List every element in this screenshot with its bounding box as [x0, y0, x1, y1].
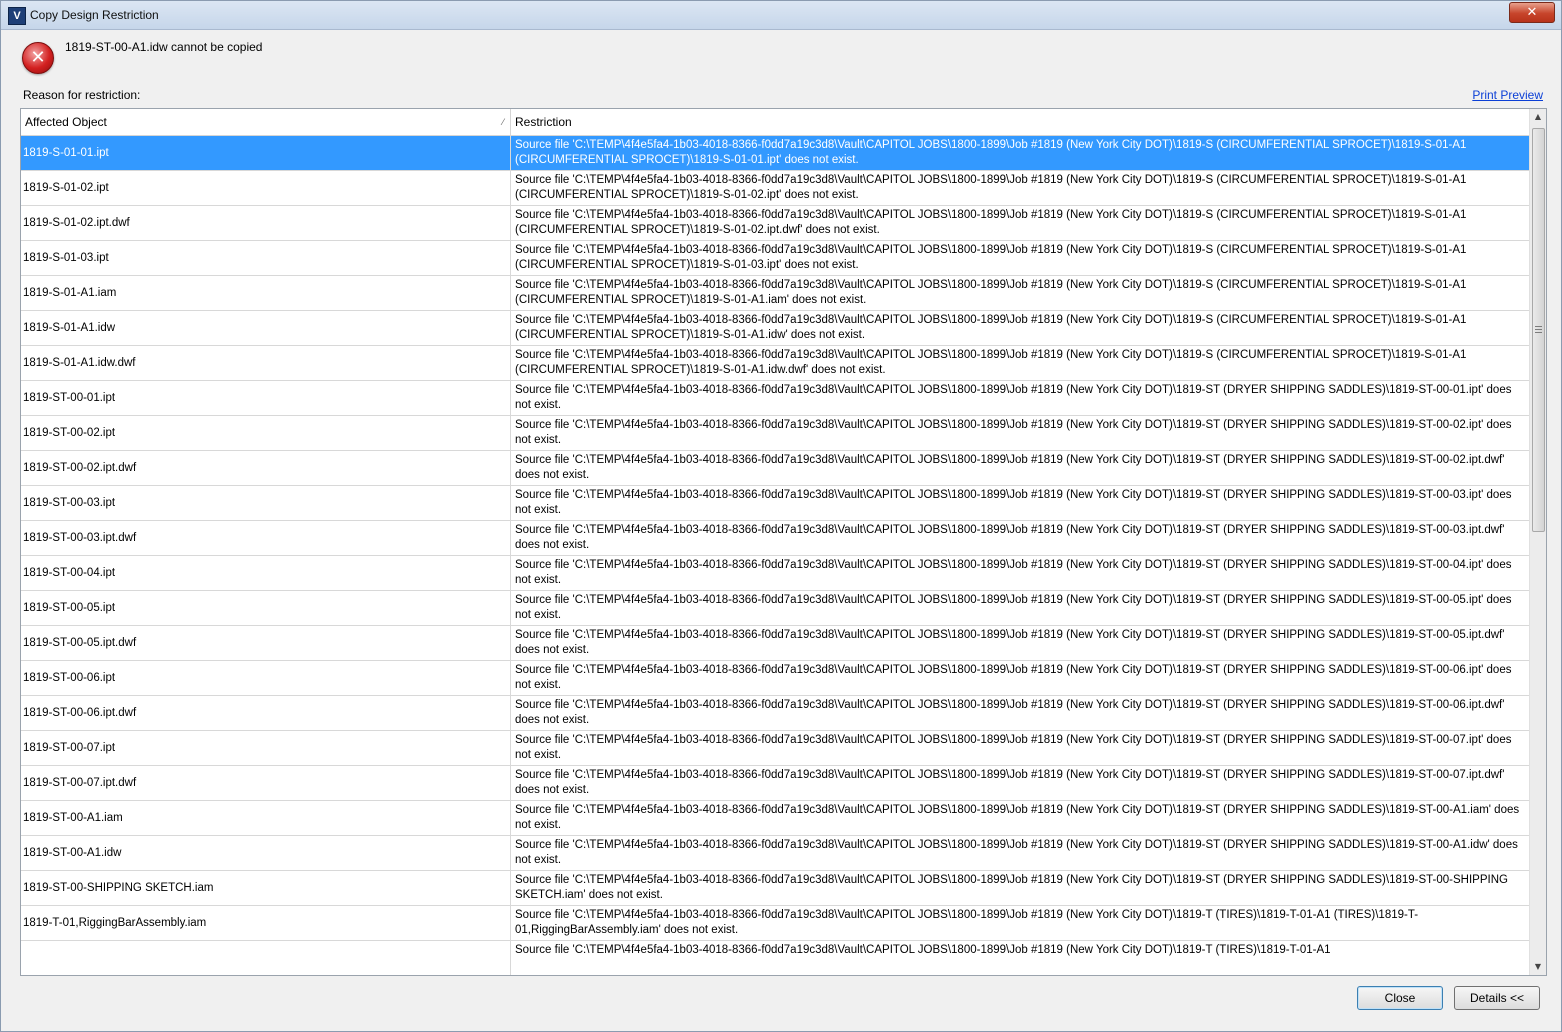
- table-row[interactable]: 1819-ST-00-06.ipt Source file 'C:\TEMP\4f…: [21, 661, 1529, 696]
- restriction-cell: Source file 'C:\TEMP\4f4e5fa4-1b03-4018-…: [515, 139, 1467, 166]
- error-icon: ✕: [22, 42, 54, 74]
- affected-object-cell: 1819-ST-00-02.ipt: [21, 416, 511, 451]
- vault-app-icon: V: [8, 7, 26, 25]
- restriction-cell: Source file 'C:\TEMP\4f4e5fa4-1b03-4018-…: [515, 244, 1467, 271]
- table-row[interactable]: 1819-S-01-03.ipt Source file 'C:\TEMP\4f4…: [21, 241, 1529, 276]
- restriction-cell: Source file 'C:\TEMP\4f4e5fa4-1b03-4018-…: [515, 909, 1419, 936]
- print-preview-link[interactable]: Print Preview: [1472, 88, 1543, 102]
- restriction-cell: Source file 'C:\TEMP\4f4e5fa4-1b03-4018-…: [515, 419, 1512, 446]
- affected-object-cell: 1819-ST-00-03.ipt: [21, 486, 511, 521]
- sort-indicator-icon: ⁄: [502, 117, 504, 127]
- table-row[interactable]: 1819-ST-00-05.ipt Source file 'C:\TEMP\4f…: [21, 591, 1529, 626]
- affected-object-cell: 1819-T-01,RiggingBarAssembly.iam: [21, 906, 511, 941]
- table-row[interactable]: 1819-ST-00-05.ipt.dwf Source file 'C:\TEM…: [21, 626, 1529, 661]
- copy-design-restriction-dialog: V Copy Design Restriction ✕ ✕ 1819-ST-00…: [0, 0, 1562, 1032]
- vertical-scrollbar[interactable]: ▲ ▼: [1529, 109, 1546, 975]
- restriction-cell: Source file 'C:\TEMP\4f4e5fa4-1b03-4018-…: [515, 664, 1512, 691]
- table-row[interactable]: 1819-T-01,RiggingBarAssembly.iam Source f…: [21, 906, 1529, 941]
- restriction-cell: Source file 'C:\TEMP\4f4e5fa4-1b03-4018-…: [515, 489, 1512, 516]
- error-message: 1819-ST-00-A1.idw cannot be copied: [65, 40, 263, 54]
- restriction-cell: Source file 'C:\TEMP\4f4e5fa4-1b03-4018-…: [515, 734, 1512, 761]
- affected-object-cell: 1819-ST-00-01.ipt: [21, 381, 511, 416]
- table-row[interactable]: 1819-ST-00-07.ipt.dwf Source file 'C:\TEM…: [21, 766, 1529, 801]
- scroll-down-arrow-icon[interactable]: ▼: [1530, 959, 1546, 975]
- affected-object-cell: 1819-ST-00-03.ipt.dwf: [21, 521, 511, 556]
- column-header-restriction[interactable]: Restriction: [511, 109, 1529, 135]
- affected-object-cell: 1819-S-01-A1.idw.dwf: [21, 346, 511, 381]
- affected-object-cell: 1819-ST-00-06.ipt.dwf: [21, 696, 511, 731]
- reason-label: Reason for restriction:: [23, 88, 141, 102]
- restriction-cell: Source file 'C:\TEMP\4f4e5fa4-1b03-4018-…: [515, 279, 1467, 306]
- window-title: Copy Design Restriction: [30, 8, 159, 22]
- grid-header: Affected Object ⁄ Restriction: [21, 109, 1529, 136]
- table-row[interactable]: 1819-ST-00-01.ipt Source file 'C:\TEMP\4f…: [21, 381, 1529, 416]
- restriction-cell: Source file 'C:\TEMP\4f4e5fa4-1b03-4018-…: [515, 524, 1505, 551]
- table-row[interactable]: 1819-ST-00-SHIPPING SKETCH.iam Source fil…: [21, 871, 1529, 906]
- table-row[interactable]: 1819-ST-00-02.ipt.dwf Source file 'C:\TEM…: [21, 451, 1529, 486]
- scroll-up-arrow-icon[interactable]: ▲: [1530, 109, 1546, 125]
- restriction-cell: Source file 'C:\TEMP\4f4e5fa4-1b03-4018-…: [515, 699, 1505, 726]
- table-row[interactable]: 1819-ST-00-A1.iam Source file 'C:\TEMP\4f…: [21, 801, 1529, 836]
- affected-object-cell: 1819-ST-00-05.ipt: [21, 591, 511, 626]
- affected-object-cell: 1819-S-01-02.ipt: [21, 171, 511, 206]
- affected-object-cell: 1819-ST-00-SHIPPING SKETCH.iam: [21, 871, 511, 906]
- restriction-grid: Affected Object ⁄ Restriction 1819-S-01-…: [20, 108, 1547, 976]
- affected-object-cell: 1819-ST-00-04.ipt: [21, 556, 511, 591]
- restriction-cell: Source file 'C:\TEMP\4f4e5fa4-1b03-4018-…: [515, 944, 1331, 956]
- grid-rows: 1819-S-01-01.ipt Source file 'C:\TEMP\4f4…: [21, 136, 1529, 975]
- affected-object-cell: 1819-ST-00-A1.iam: [21, 801, 511, 836]
- title-bar: V Copy Design Restriction ✕: [1, 1, 1561, 30]
- affected-object-cell: 1819-S-01-02.ipt.dwf: [21, 206, 511, 241]
- scrollbar-thumb[interactable]: [1532, 128, 1545, 532]
- affected-object-cell: 1819-ST-00-02.ipt.dwf: [21, 451, 511, 486]
- window-close-button[interactable]: ✕: [1509, 2, 1555, 23]
- table-row[interactable]: 1819-ST-00-03.ipt.dwf Source file 'C:\TEM…: [21, 521, 1529, 556]
- restriction-cell: Source file 'C:\TEMP\4f4e5fa4-1b03-4018-…: [515, 454, 1505, 481]
- affected-object-cell: 1819-ST-00-07.ipt: [21, 731, 511, 766]
- affected-object-cell: 1819-S-01-A1.idw: [21, 311, 511, 346]
- column-header-label: Restriction: [515, 115, 572, 129]
- affected-object-cell: 1819-S-01-A1.iam: [21, 276, 511, 311]
- details-button[interactable]: Details <<: [1454, 986, 1540, 1010]
- table-row[interactable]: 1819-S-01-A1.idw Source file 'C:\TEMP\4f4…: [21, 311, 1529, 346]
- restriction-cell: Source file 'C:\TEMP\4f4e5fa4-1b03-4018-…: [515, 769, 1505, 796]
- table-row[interactable]: 1819-ST-00-07.ipt Source file 'C:\TEMP\4f…: [21, 731, 1529, 766]
- restriction-cell: Source file 'C:\TEMP\4f4e5fa4-1b03-4018-…: [515, 559, 1512, 586]
- restriction-cell: Source file 'C:\TEMP\4f4e5fa4-1b03-4018-…: [515, 349, 1467, 376]
- affected-object-cell: 1819-ST-00-06.ipt: [21, 661, 511, 696]
- affected-object-cell: [21, 941, 511, 975]
- table-row[interactable]: 1819-S-01-02.ipt.dwf Source file 'C:\TEMP…: [21, 206, 1529, 241]
- affected-object-cell: 1819-ST-00-05.ipt.dwf: [21, 626, 511, 661]
- restriction-cell: Source file 'C:\TEMP\4f4e5fa4-1b03-4018-…: [515, 384, 1512, 411]
- table-row[interactable]: 1819-ST-00-A1.idw Source file 'C:\TEMP\4f…: [21, 836, 1529, 871]
- affected-object-cell: 1819-S-01-03.ipt: [21, 241, 511, 276]
- restriction-cell: Source file 'C:\TEMP\4f4e5fa4-1b03-4018-…: [515, 314, 1467, 341]
- close-button[interactable]: Close: [1357, 986, 1443, 1010]
- table-row[interactable]: 1819-S-01-01.ipt Source file 'C:\TEMP\4f4…: [21, 136, 1529, 171]
- affected-object-cell: 1819-S-01-01.ipt: [21, 136, 511, 171]
- table-row[interactable]: Source file 'C:\TEMP\4f4e5fa4-1b03-4018-…: [21, 941, 1529, 975]
- restriction-cell: Source file 'C:\TEMP\4f4e5fa4-1b03-4018-…: [515, 174, 1467, 201]
- table-row[interactable]: 1819-ST-00-02.ipt Source file 'C:\TEMP\4f…: [21, 416, 1529, 451]
- table-row[interactable]: 1819-S-01-02.ipt Source file 'C:\TEMP\4f4…: [21, 171, 1529, 206]
- affected-object-cell: 1819-ST-00-A1.idw: [21, 836, 511, 871]
- table-row[interactable]: 1819-ST-00-03.ipt Source file 'C:\TEMP\4f…: [21, 486, 1529, 521]
- restriction-cell: Source file 'C:\TEMP\4f4e5fa4-1b03-4018-…: [515, 839, 1518, 866]
- affected-object-cell: 1819-ST-00-07.ipt.dwf: [21, 766, 511, 801]
- table-row[interactable]: 1819-S-01-A1.iam Source file 'C:\TEMP\4f4…: [21, 276, 1529, 311]
- restriction-cell: Source file 'C:\TEMP\4f4e5fa4-1b03-4018-…: [515, 804, 1520, 831]
- restriction-cell: Source file 'C:\TEMP\4f4e5fa4-1b03-4018-…: [515, 629, 1505, 656]
- table-row[interactable]: 1819-ST-00-06.ipt.dwf Source file 'C:\TEM…: [21, 696, 1529, 731]
- table-row[interactable]: 1819-ST-00-04.ipt Source file 'C:\TEMP\4f…: [21, 556, 1529, 591]
- restriction-cell: Source file 'C:\TEMP\4f4e5fa4-1b03-4018-…: [515, 209, 1467, 236]
- restriction-cell: Source file 'C:\TEMP\4f4e5fa4-1b03-4018-…: [515, 594, 1512, 621]
- column-header-affected-object[interactable]: Affected Object ⁄: [21, 109, 511, 135]
- column-header-label: Affected Object: [25, 115, 107, 129]
- restriction-cell: Source file 'C:\TEMP\4f4e5fa4-1b03-4018-…: [515, 874, 1508, 901]
- table-row[interactable]: 1819-S-01-A1.idw.dwf Source file 'C:\TEMP…: [21, 346, 1529, 381]
